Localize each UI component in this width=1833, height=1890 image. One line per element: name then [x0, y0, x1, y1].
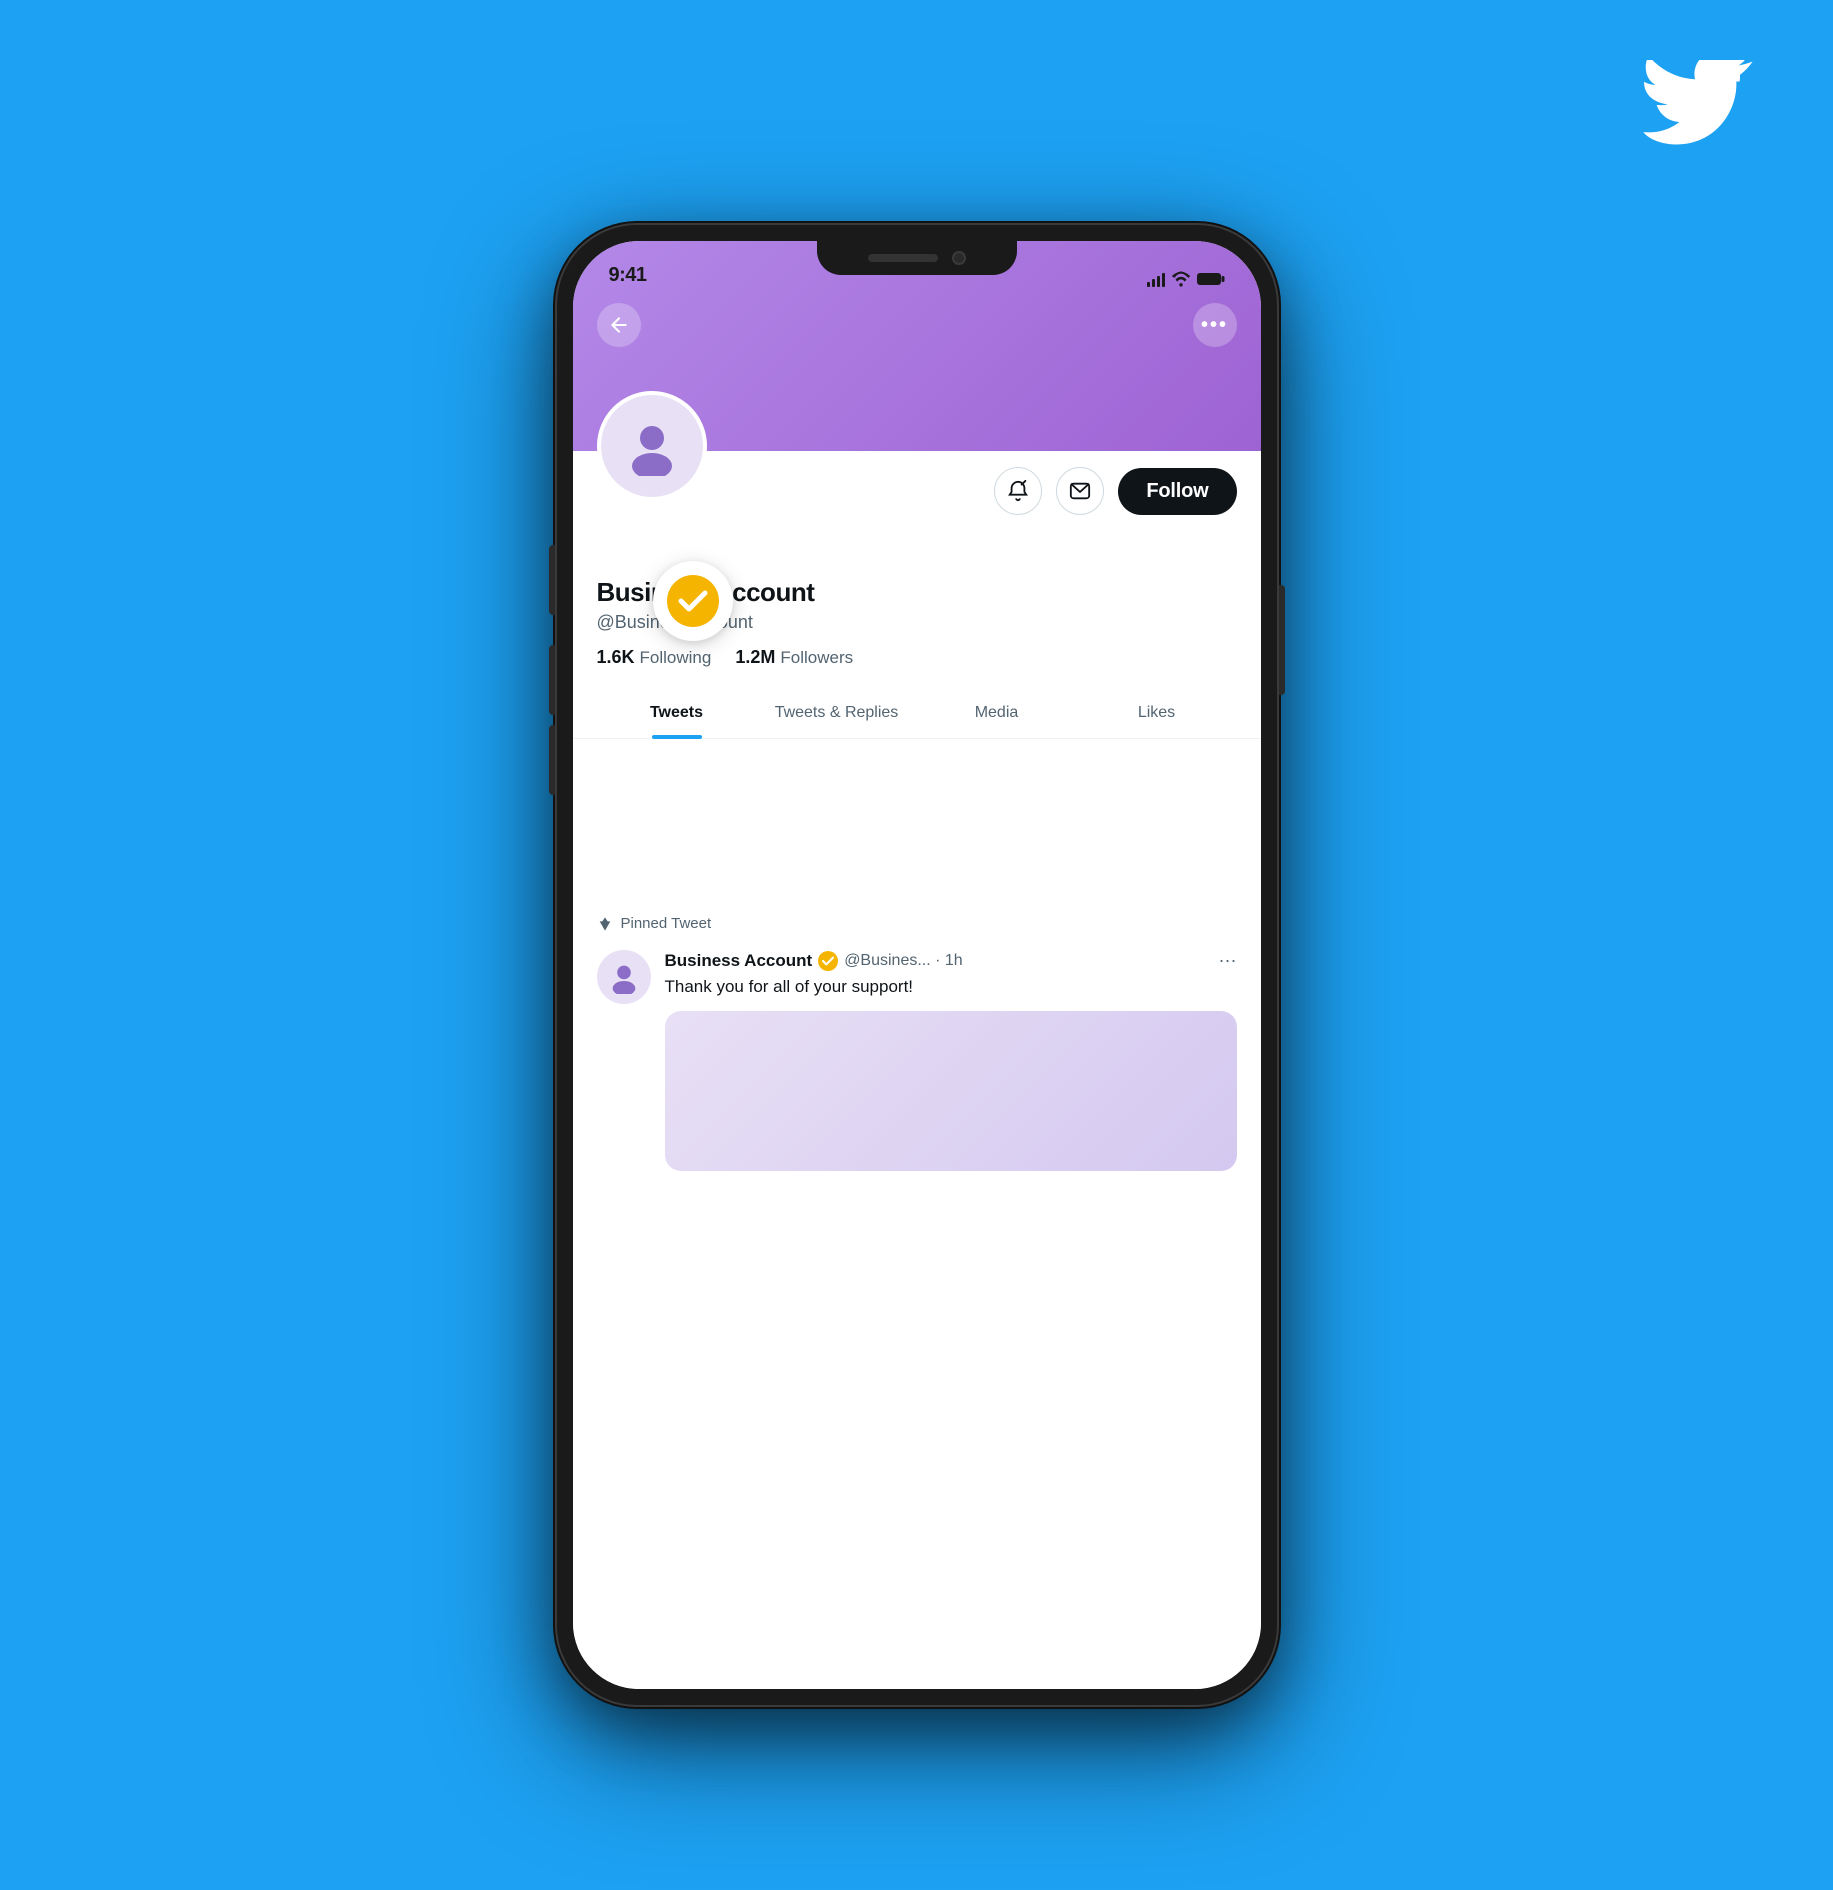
following-count: 1.6K: [597, 647, 635, 668]
tweet-item: Business Account @Busines... · 1h ···: [573, 940, 1261, 1185]
message-button[interactable]: [1056, 467, 1104, 515]
phone-mockup: 9:41: [557, 225, 1277, 1705]
tabs-bar: Tweets Tweets & Replies Media Likes: [573, 688, 1261, 739]
tweet-handle-time: @Busines... · 1h: [844, 952, 963, 970]
followers-label: Followers: [780, 648, 853, 668]
tweet-author-name: Business Account: [665, 951, 813, 971]
tweets-section: Pinned Tweet Business Account: [573, 901, 1261, 1689]
notification-button[interactable]: [994, 467, 1042, 515]
tweet-image: [665, 1011, 1237, 1171]
twitter-logo-wrapper: [1643, 60, 1753, 150]
phone-screen: 9:41: [573, 241, 1261, 1689]
tweet-text: Thank you for all of your support!: [665, 975, 1237, 999]
following-label: Following: [640, 648, 712, 668]
top-nav: •••: [573, 295, 1261, 355]
more-options-icon: •••: [1201, 314, 1228, 337]
tweet-more-button[interactable]: ···: [1219, 950, 1237, 971]
battery-icon: [1197, 272, 1225, 286]
status-icons: [1147, 271, 1225, 287]
camera: [952, 251, 966, 265]
tweet-header: Business Account @Busines... · 1h ···: [665, 950, 1237, 971]
phone-frame: 9:41: [557, 225, 1277, 1705]
profile-stats: 1.6K Following 1.2M Followers: [597, 647, 1237, 668]
tab-tweets-replies[interactable]: Tweets & Replies: [757, 688, 917, 738]
tweet-avatar[interactable]: [597, 950, 651, 1004]
avatar: [597, 391, 707, 501]
pin-icon: [597, 916, 613, 932]
phone-notch: [817, 241, 1017, 275]
following-stat[interactable]: 1.6K Following: [597, 647, 712, 668]
verified-gold-badge: [667, 575, 719, 627]
more-options-button[interactable]: •••: [1193, 303, 1237, 347]
pinned-label: Pinned Tweet: [573, 901, 1261, 940]
wifi-icon: [1171, 271, 1191, 287]
tweet-content: Business Account @Busines... · 1h ···: [665, 950, 1237, 1171]
followers-stat[interactable]: 1.2M Followers: [735, 647, 853, 668]
follow-button[interactable]: Follow: [1118, 468, 1236, 515]
tab-likes[interactable]: Likes: [1077, 688, 1237, 738]
back-button[interactable]: [597, 303, 641, 347]
tweet-verified-badge: [818, 951, 838, 971]
tab-tweets[interactable]: Tweets: [597, 688, 757, 738]
pinned-tweet-label: Pinned Tweet: [621, 915, 712, 932]
status-time: 9:41: [609, 264, 647, 287]
followers-count: 1.2M: [735, 647, 775, 668]
speaker: [868, 254, 938, 262]
tab-media[interactable]: Media: [917, 688, 1077, 738]
verified-badge-popup: [653, 561, 733, 641]
signal-icon: [1147, 271, 1165, 287]
